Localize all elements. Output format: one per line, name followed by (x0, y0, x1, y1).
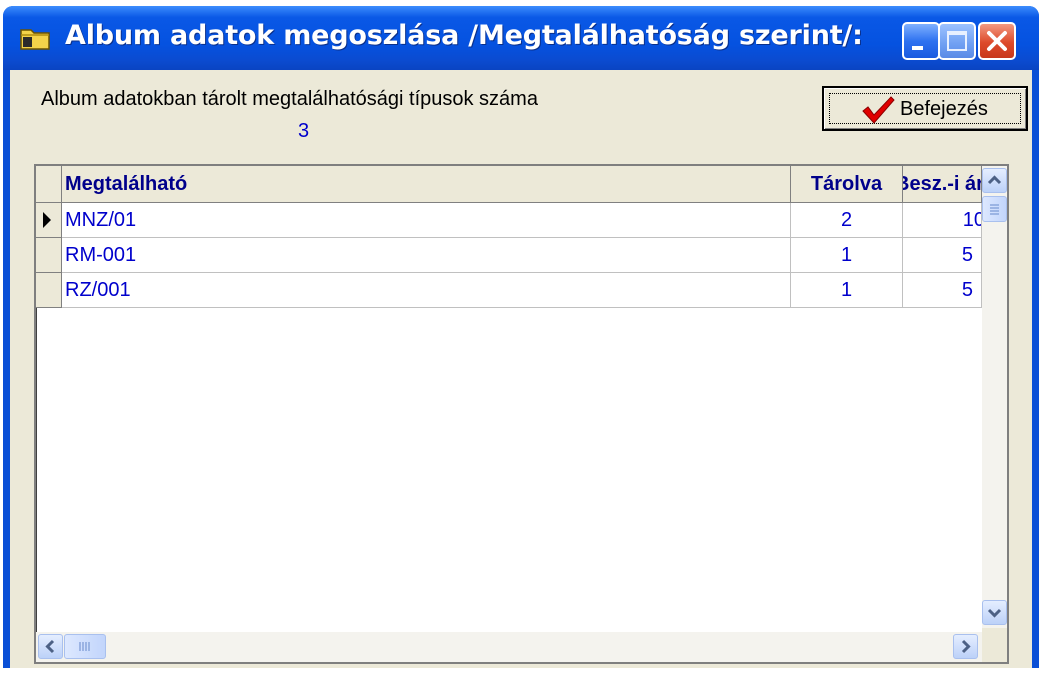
chevron-down-icon (987, 608, 1002, 618)
cell-location[interactable]: RZ/001 (62, 273, 791, 308)
folder-icon (20, 29, 50, 50)
row-pointer-icon (43, 212, 51, 228)
close-icon (987, 31, 1007, 51)
maximize-button[interactable] (938, 22, 976, 60)
column-header-price-label: Besz.-i ár (903, 173, 981, 195)
title-bar[interactable]: Album adatok megoszlása /Megtalálhatóság… (3, 6, 1039, 70)
scrollbar-corner (982, 628, 1007, 662)
client-area: Album adatokban tárolt megtalálhatósági … (10, 70, 1032, 668)
app-window: Album adatok megoszlása /Megtalálhatóság… (3, 6, 1039, 668)
cell-stored[interactable]: 1 (791, 273, 903, 308)
chevron-left-icon (45, 639, 55, 654)
scroll-right-button[interactable] (953, 634, 978, 659)
finish-button-label: Befejezés (900, 98, 988, 120)
grip-icon (79, 642, 90, 651)
cell-stored[interactable]: 2 (791, 203, 903, 238)
scroll-down-button[interactable] (982, 600, 1007, 625)
chevron-up-icon (987, 175, 1002, 185)
window-title: Album adatok megoszlása /Megtalálhatóság… (65, 20, 863, 51)
horizontal-scroll-thumb[interactable] (64, 634, 106, 659)
grid-corner-header (36, 166, 62, 203)
finish-button[interactable]: Befejezés (822, 86, 1028, 131)
scroll-up-button[interactable] (982, 168, 1007, 193)
row-selector[interactable] (36, 238, 62, 273)
column-header-stored[interactable]: Tárolva (791, 166, 903, 203)
grip-icon (990, 204, 999, 215)
horizontal-scrollbar[interactable] (36, 632, 982, 662)
column-header-location[interactable]: Megtalálható (62, 166, 791, 203)
vertical-scrollbar[interactable] (982, 166, 1007, 628)
data-grid[interactable]: Megtalálható Tárolva Besz.-i ár MNZ/01 2… (34, 164, 1009, 664)
checkmark-icon (862, 96, 895, 124)
types-count-label: Album adatokban tárolt megtalálhatósági … (41, 88, 538, 110)
column-header-price[interactable]: Besz.-i ár (903, 166, 982, 203)
cell-price[interactable]: 5 (903, 238, 982, 273)
cell-price-value: 10 (962, 209, 981, 231)
cell-stored[interactable]: 1 (791, 238, 903, 273)
row-selector[interactable] (36, 203, 62, 238)
cell-location[interactable]: RM-001 (62, 238, 791, 273)
types-count-value: 3 (298, 120, 310, 142)
scroll-left-button[interactable] (38, 634, 63, 659)
cell-location[interactable]: MNZ/01 (62, 203, 791, 238)
row-selector[interactable] (36, 273, 62, 308)
minimize-icon (912, 46, 923, 50)
minimize-button[interactable] (902, 22, 940, 60)
vertical-scroll-thumb[interactable] (982, 196, 1007, 222)
cell-price[interactable]: 10 (903, 203, 982, 238)
cell-price[interactable]: 5 (903, 273, 982, 308)
chevron-right-icon (961, 639, 971, 654)
maximize-icon (947, 31, 967, 51)
close-button[interactable] (978, 22, 1016, 60)
